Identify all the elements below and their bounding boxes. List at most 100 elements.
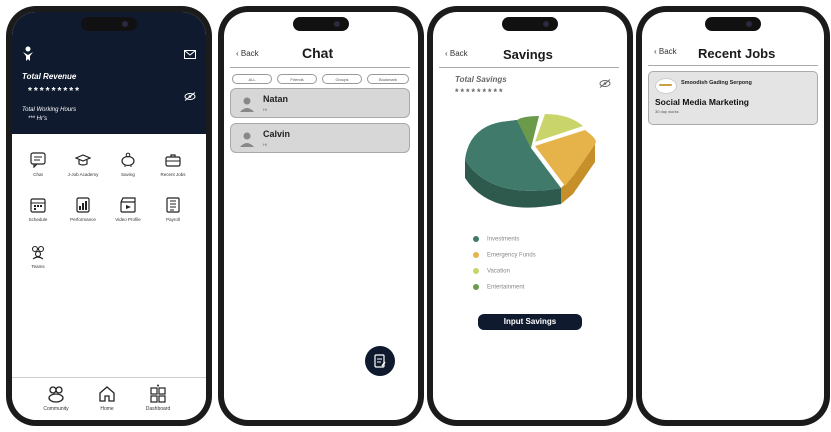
total-savings-label: Total Savings xyxy=(455,75,507,84)
phone-notch xyxy=(293,17,349,31)
graduation-cap-icon xyxy=(75,154,91,166)
tab-community[interactable]: Community xyxy=(36,384,76,412)
menu-item-academy[interactable]: J-Job Academy xyxy=(63,152,103,177)
filter-chip-groups[interactable]: Groups xyxy=(322,74,362,84)
chat-screen: ‹ Back Chat ALL Friends Groups Bookmark … xyxy=(224,12,418,420)
phone-savings: ‹ Back Savings Total Savings ********* I… xyxy=(427,6,633,426)
filter-chip-all[interactable]: ALL xyxy=(232,74,272,84)
menu-item-label: Video Profile xyxy=(115,217,141,222)
back-button[interactable]: ‹ Back xyxy=(445,49,468,58)
menu-item-label: Schedule xyxy=(28,217,48,222)
working-hours-value: *** Hr's xyxy=(28,116,48,122)
phone-notch xyxy=(502,17,558,31)
legend-item-vacation: Vacation xyxy=(473,268,510,275)
contact-last-message: Hi xyxy=(263,107,267,112)
legend-item-entertainment: Entertainment xyxy=(473,284,524,291)
menu-item-label: Chat xyxy=(33,172,43,177)
legend-item-investments: Investments xyxy=(473,236,519,243)
total-revenue-label: Total Revenue xyxy=(22,72,77,81)
menu-item-performance[interactable]: Performance xyxy=(63,197,103,222)
menu-item-payroll[interactable]: Payroll xyxy=(153,197,193,222)
menu-item-saving[interactable]: Saving xyxy=(108,152,148,177)
avatar-icon xyxy=(240,97,254,112)
legend-dot xyxy=(473,236,479,242)
menu-item-video-profile[interactable]: Video Profile xyxy=(108,197,148,222)
header-divider xyxy=(439,67,619,68)
page-title: Savings xyxy=(503,47,553,62)
filter-chip-bookmark[interactable]: Bookmark xyxy=(367,74,409,84)
savings-screen: ‹ Back Savings Total Savings ********* I… xyxy=(433,12,627,420)
menu-item-label: Payroll xyxy=(166,217,180,222)
job-card[interactable]: Smoodish Gading Serpong Social Media Mar… xyxy=(648,71,818,125)
legend-label: Emergency Funds xyxy=(487,252,536,259)
tab-label: Community xyxy=(43,406,69,412)
tab-home[interactable]: Home xyxy=(87,384,127,412)
dashboard-screen: Total Revenue ********* Total Working Ho… xyxy=(12,12,206,420)
job-meta: 30 day works xyxy=(655,109,679,114)
legend-label: Vacation xyxy=(487,268,510,275)
tab-dashboard[interactable]: Dashboard xyxy=(138,384,178,412)
phone-notch xyxy=(81,17,137,31)
menu-item-teams[interactable]: Teams xyxy=(18,244,58,269)
hide-eye-icon[interactable] xyxy=(599,79,611,88)
menu-item-chat[interactable]: Chat xyxy=(18,152,58,177)
chat-contact-item[interactable]: Natan Hi xyxy=(230,88,410,118)
header-divider xyxy=(648,65,818,66)
payroll-icon xyxy=(166,197,180,213)
legend-dot xyxy=(473,268,479,274)
dashboard-icon xyxy=(150,384,166,403)
teams-icon xyxy=(31,245,45,260)
back-label: Back xyxy=(449,49,468,58)
contact-name: Calvin xyxy=(263,129,291,139)
filter-chip-friends[interactable]: Friends xyxy=(277,74,317,84)
back-label: Back xyxy=(240,49,259,58)
savings-pie-chart xyxy=(465,114,596,208)
chat-contact-item[interactable]: Calvin Hi xyxy=(230,123,410,153)
page-title: Recent Jobs xyxy=(698,46,776,61)
header-divider xyxy=(230,67,410,68)
menu-item-label: J-Job Academy xyxy=(67,172,99,177)
recent-jobs-screen: ‹ Back Recent Jobs Smoodish Gading Serpo… xyxy=(642,12,824,420)
menu-item-label: Performance xyxy=(70,217,96,222)
bottom-tab-bar: Community Home Dashboard xyxy=(12,377,206,420)
working-hours-label: Total Working Hours xyxy=(22,107,77,113)
input-savings-button[interactable]: Input Savings xyxy=(478,314,582,330)
company-logo-mark xyxy=(659,84,672,86)
tab-label: Dashboard xyxy=(145,406,171,412)
community-icon xyxy=(48,386,64,403)
company-logo xyxy=(655,78,677,94)
savings-masked-value: ********* xyxy=(455,87,505,97)
calendar-icon xyxy=(30,198,46,213)
tab-label: Home xyxy=(100,406,114,412)
company-name: Smoodish Gading Serpong xyxy=(681,80,752,86)
mail-icon[interactable] xyxy=(184,50,196,59)
new-chat-button[interactable] xyxy=(365,346,395,376)
legend-dot xyxy=(473,284,479,290)
menu-item-label: Recent Jobs xyxy=(160,172,186,177)
avatar-icon xyxy=(240,132,254,147)
phone-chat: ‹ Back Chat ALL Friends Groups Bookmark … xyxy=(218,6,424,426)
legend-label: Investments xyxy=(487,236,520,243)
video-icon xyxy=(120,197,136,213)
job-title: Social Media Marketing xyxy=(655,97,749,107)
hide-eye-icon[interactable] xyxy=(184,92,196,101)
menu-item-schedule[interactable]: Schedule xyxy=(18,197,58,222)
menu-item-recent-jobs[interactable]: Recent Jobs xyxy=(153,152,193,177)
chat-icon xyxy=(30,152,46,168)
phone-dashboard: Total Revenue ********* Total Working Ho… xyxy=(6,6,212,426)
page-title: Chat xyxy=(302,45,334,61)
piggy-bank-icon xyxy=(121,152,135,167)
legend-label: Entertainment xyxy=(487,284,525,291)
menu-item-label: Saving xyxy=(121,172,135,177)
phone-recent-jobs: ‹ Back Recent Jobs Smoodish Gading Serpo… xyxy=(636,6,830,426)
home-icon xyxy=(99,386,115,402)
legend-dot xyxy=(473,252,479,258)
back-button[interactable]: ‹ Back xyxy=(654,47,677,56)
app-logo-icon xyxy=(23,46,33,61)
phone-notch xyxy=(705,17,761,31)
menu-item-label: Teams xyxy=(31,264,45,269)
revenue-masked-value: ********* xyxy=(28,86,82,97)
back-button[interactable]: ‹ Back xyxy=(236,49,259,58)
compose-icon xyxy=(374,354,386,368)
contact-name: Natan xyxy=(263,94,289,104)
